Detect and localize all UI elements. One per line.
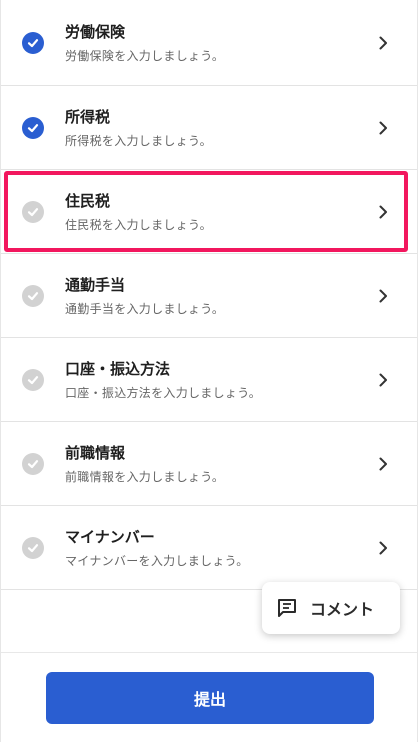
chevron-right-icon (379, 373, 387, 386)
list-item-title: 前職情報 (65, 443, 126, 462)
list-item-subtitle: 口座・振込方法を入力しましょう。 (65, 385, 262, 400)
check-circle-icon (22, 368, 44, 391)
list-item-bank-account[interactable]: 口座・振込方法 口座・振込方法を入力しましょう。 (1, 338, 417, 422)
list-item-income-tax[interactable]: 所得税 所得税を入力しましょう。 (1, 86, 417, 170)
list-item-subtitle: 通勤手当を入力しましょう。 (65, 301, 225, 316)
list-item-title: 住民税 (65, 191, 111, 210)
comment-button-label: コメント (310, 600, 375, 619)
check-circle-icon (22, 284, 44, 307)
chevron-right-icon (379, 541, 387, 554)
list-item-title: 通勤手当 (65, 275, 126, 294)
list-item-resident-tax[interactable]: 住民税 住民税を入力しましょう。 (1, 170, 417, 254)
list-item-subtitle: 住民税を入力しましょう。 (65, 217, 212, 232)
check-circle-icon (22, 116, 44, 139)
submit-button[interactable]: 提出 (46, 672, 374, 724)
chevron-right-icon (379, 289, 387, 302)
chevron-right-icon (379, 205, 387, 218)
list-item-labor-insurance[interactable]: 労働保険 労働保険を入力しましょう。 (1, 0, 417, 86)
list-item-title: 労働保険 (65, 22, 126, 41)
footer-bar: 提出 (1, 652, 417, 742)
check-circle-icon (22, 31, 44, 54)
list-item-commuting-allowance[interactable]: 通勤手当 通勤手当を入力しましょう。 (1, 254, 417, 338)
check-circle-icon (22, 452, 44, 475)
list-item-previous-employment[interactable]: 前職情報 前職情報を入力しましょう。 (1, 422, 417, 506)
list-item-title: 所得税 (65, 107, 111, 126)
comment-button[interactable]: コメント (262, 582, 400, 634)
list-item-my-number[interactable]: マイナンバー マイナンバーを入力しましょう。 (1, 506, 417, 590)
section-list: 労働保険 労働保険を入力しましょう。 所得税 所得税を入力しましょう。 住民税 … (1, 0, 417, 590)
app-frame: 労働保険 労働保険を入力しましょう。 所得税 所得税を入力しましょう。 住民税 … (0, 0, 418, 742)
list-item-subtitle: 所得税を入力しましょう。 (65, 133, 212, 148)
list-item-subtitle: 労働保険を入力しましょう。 (65, 48, 225, 63)
chevron-right-icon (379, 121, 387, 134)
list-item-title: 口座・振込方法 (65, 359, 171, 378)
check-circle-icon (22, 536, 44, 559)
list-item-subtitle: マイナンバーを入力しましょう。 (65, 553, 249, 568)
check-circle-icon (22, 200, 44, 223)
chevron-right-icon (379, 36, 387, 49)
chevron-right-icon (379, 457, 387, 470)
comment-icon (278, 599, 296, 617)
list-item-title: マイナンバー (65, 527, 155, 546)
list-item-subtitle: 前職情報を入力しましょう。 (65, 469, 225, 484)
